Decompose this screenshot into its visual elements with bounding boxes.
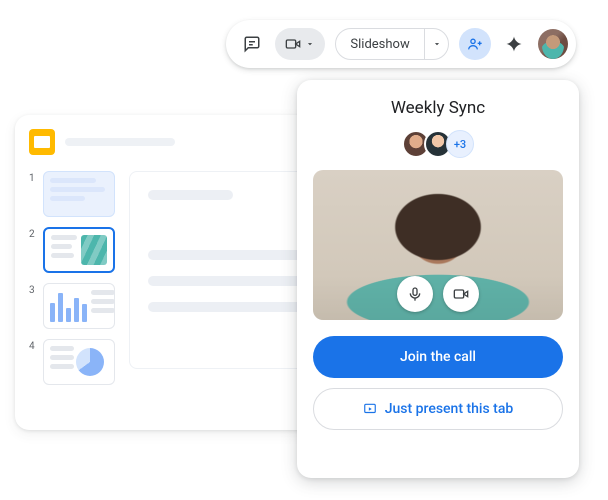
video-icon — [453, 286, 469, 302]
person-add-icon — [467, 36, 483, 52]
camera-toggle[interactable] — [443, 276, 479, 312]
mic-icon — [407, 286, 423, 302]
attendee-row: +3 — [402, 130, 474, 158]
join-call-button[interactable]: Join the call — [313, 336, 563, 378]
slide-thumb-3[interactable] — [43, 283, 115, 329]
document-title-placeholder — [65, 138, 175, 146]
mic-toggle[interactable] — [397, 276, 433, 312]
attendee-overflow[interactable]: +3 — [446, 130, 474, 158]
video-icon — [285, 36, 301, 52]
slide-thumbnails: 1 2 — [29, 171, 115, 385]
present-tab-label: Just present this tab — [385, 401, 514, 417]
share-button[interactable] — [459, 28, 490, 60]
present-tab-button[interactable]: Just present this tab — [313, 388, 563, 430]
meet-panel: Weekly Sync +3 Join the call Just p — [297, 80, 579, 478]
slideshow-button[interactable]: Slideshow — [336, 29, 424, 59]
meeting-title: Weekly Sync — [391, 98, 485, 118]
slide-thumb-1[interactable] — [43, 171, 115, 217]
slides-logo-icon — [29, 129, 55, 155]
document-header — [29, 129, 321, 155]
slides-editor: 1 2 — [15, 115, 335, 430]
gemini-icon[interactable] — [501, 30, 528, 58]
account-avatar[interactable] — [538, 29, 568, 59]
action-bar: Slideshow — [226, 20, 576, 68]
slide-canvas[interactable] — [129, 171, 321, 369]
slideshow-group: Slideshow — [335, 28, 449, 60]
join-call-label: Join the call — [400, 349, 476, 365]
comments-icon[interactable] — [238, 30, 265, 58]
slide-number: 2 — [29, 227, 37, 240]
meet-button[interactable] — [275, 28, 325, 60]
canvas-placeholder-line — [148, 302, 302, 312]
slide-number: 1 — [29, 171, 37, 184]
slideshow-dropdown[interactable] — [425, 29, 449, 59]
video-preview — [313, 170, 563, 320]
canvas-placeholder-line — [148, 276, 302, 286]
present-icon — [363, 402, 377, 416]
slide-thumb-2[interactable] — [43, 227, 115, 273]
canvas-placeholder-line — [148, 190, 233, 200]
slideshow-label: Slideshow — [350, 37, 409, 52]
slide-number: 4 — [29, 339, 37, 352]
slide-number: 3 — [29, 283, 37, 296]
chevron-down-icon — [305, 39, 315, 49]
slide-thumb-4[interactable] — [43, 339, 115, 385]
canvas-placeholder-line — [148, 250, 302, 260]
